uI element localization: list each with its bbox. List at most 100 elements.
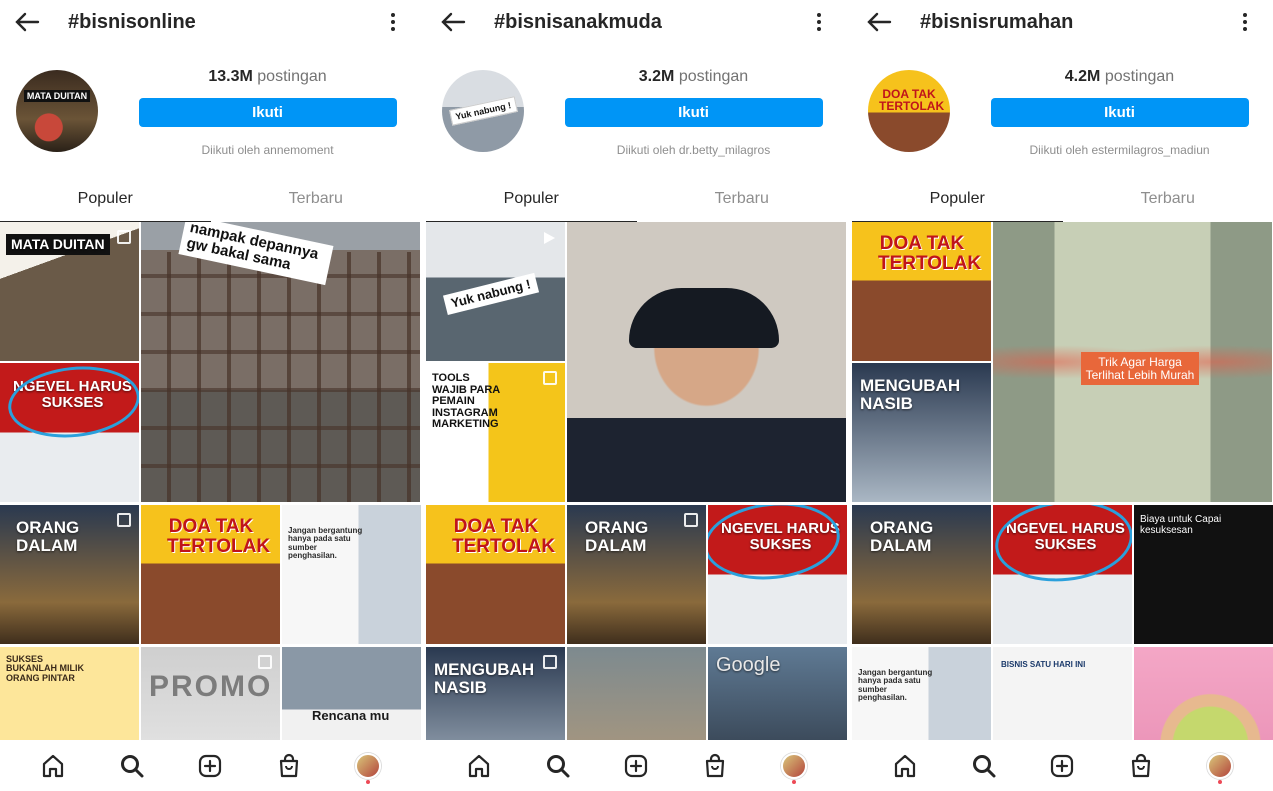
post-tile[interactable]: Trik Agar Harga Terlihat Lebih Murah [993, 222, 1272, 502]
post-tile[interactable] [567, 222, 846, 502]
tile-caption: Biaya untuk Capai kesuksesan [1140, 514, 1222, 536]
tile-caption: Jangan bergantung hanya pada satu sumber… [858, 668, 933, 703]
highlight-circle [708, 505, 844, 586]
post-tile[interactable]: NGEVEL HARUS SUKSES [708, 505, 847, 644]
shop-icon[interactable] [695, 746, 735, 786]
highlight-circle [4, 363, 139, 444]
post-count: 13.3M postingan [208, 68, 327, 85]
avatar-label: Yuk nabung ! [448, 96, 518, 126]
post-tile[interactable]: NGEVEL HARUS SUKSES [993, 505, 1132, 644]
search-icon[interactable] [964, 746, 1004, 786]
post-tile[interactable]: MENGUBAH NASIB [852, 363, 991, 502]
post-tile[interactable]: Yuk nabung ! [426, 222, 565, 361]
search-icon[interactable] [112, 746, 152, 786]
post-tile[interactable]: DOA TAK TERTOLAK [141, 505, 280, 644]
notification-dot [365, 779, 370, 784]
tile-caption: Rencana mu [312, 708, 390, 723]
post-grid: Yuk nabung ! TOOLS WAJIB PARA PEMAIN INS… [426, 222, 847, 786]
post-grid: MATA DUITAN nampak depannya gw bakal sam… [0, 222, 421, 786]
post-tile[interactable]: NGEVEL HARUS SUKSES [0, 363, 139, 502]
tile-caption: MATA DUITAN [6, 234, 110, 255]
tile-caption: DOA TAK TERTOLAK [452, 516, 556, 557]
home-icon[interactable] [33, 746, 73, 786]
bottom-nav [852, 740, 1273, 791]
hashtag-header: MATA DUITAN 13.3M postingan Ikuti Diikut… [0, 44, 421, 184]
top-bar: #bisnisanakmuda [426, 0, 847, 44]
post-tile[interactable]: ORANG DALAM [852, 505, 991, 644]
shop-icon[interactable] [269, 746, 309, 786]
tile-caption: TOOLS WAJIB PARA PEMAIN INSTAGRAM MARKET… [432, 372, 500, 431]
tab-terbaru[interactable]: Terbaru [1063, 178, 1273, 222]
more-options-icon[interactable] [381, 4, 405, 40]
followed-by-text: Diikuti oleh dr.betty_milagros [616, 143, 771, 157]
bottom-nav [426, 740, 847, 791]
add-icon[interactable] [190, 746, 230, 786]
post-tile[interactable]: DOA TAK TERTOLAK [852, 222, 991, 361]
home-icon[interactable] [885, 746, 925, 786]
tab-populer[interactable]: Populer [426, 178, 637, 222]
top-bar: #bisnisonline [0, 0, 421, 44]
post-tile[interactable]: DOA TAK TERTOLAK [426, 505, 565, 644]
tab-terbaru[interactable]: Terbaru [211, 178, 422, 222]
post-tabs: Populer Terbaru [426, 178, 847, 222]
hashtag-title: #bisnisrumahan [920, 10, 1074, 33]
tile-caption: Trik Agar Harga Terlihat Lebih Murah [1081, 352, 1199, 386]
follow-button[interactable]: Ikuti [990, 98, 1249, 127]
post-tile[interactable]: nampak depannya gw bakal sama [141, 222, 420, 502]
tile-caption: ORANG DALAM [870, 518, 934, 555]
post-tile[interactable]: TOOLS WAJIB PARA PEMAIN INSTAGRAM MARKET… [426, 363, 565, 502]
hashtag-avatar: DOA TAK TERTOLAK [868, 70, 950, 152]
back-arrow-icon[interactable] [866, 4, 902, 40]
post-tabs: Populer Terbaru [852, 178, 1273, 222]
post-count: 3.2M postingan [638, 68, 749, 85]
home-icon[interactable] [459, 746, 499, 786]
hashtag-avatar: MATA DUITAN [16, 70, 98, 152]
avatar-label: MATA DUITAN [23, 90, 91, 102]
hashtag-title: #bisnisanakmuda [494, 10, 662, 33]
profile-avatar[interactable] [774, 746, 814, 786]
multi-post-icon [117, 513, 131, 527]
tile-caption: Google [716, 654, 781, 676]
multi-post-icon [117, 230, 131, 244]
hashtag-screen-1: #bisnisonline MATA DUITAN 13.3M postinga… [0, 0, 421, 791]
scaffold-image [141, 252, 420, 502]
hashtag-avatar: Yuk nabung ! [442, 70, 524, 152]
tile-caption: Jangan bergantung hanya pada satu sumber… [288, 526, 363, 561]
add-icon[interactable] [1042, 746, 1082, 786]
hashtag-header: Yuk nabung ! 3.2M postingan Ikuti Diikut… [426, 44, 847, 184]
shop-icon[interactable] [1121, 746, 1161, 786]
hashtag-screen-3: #bisnisrumahan DOA TAK TERTOLAK 4.2M pos… [852, 0, 1273, 791]
hashtag-header: DOA TAK TERTOLAK 4.2M postingan Ikuti Di… [852, 44, 1273, 184]
followed-by-text: Diikuti oleh annemoment [201, 143, 334, 157]
back-arrow-icon[interactable] [440, 4, 476, 40]
tile-caption: MENGUBAH NASIB [860, 376, 961, 413]
notification-dot [791, 779, 796, 784]
more-options-icon[interactable] [1233, 4, 1257, 40]
notification-dot [1217, 779, 1222, 784]
post-tile[interactable]: Biaya untuk Capai kesuksesan [1134, 505, 1273, 644]
profile-avatar[interactable] [348, 746, 388, 786]
search-icon[interactable] [538, 746, 578, 786]
back-arrow-icon[interactable] [14, 4, 50, 40]
multi-post-icon [543, 371, 557, 385]
tile-caption: SUKSES BUKANLAH MILIK ORANG PINTAR [6, 654, 84, 683]
post-count: 4.2M postingan [1064, 68, 1175, 85]
follow-button[interactable]: Ikuti [138, 98, 397, 127]
follow-button[interactable]: Ikuti [564, 98, 823, 127]
tile-caption: PROMO [149, 670, 273, 703]
tile-caption: Yuk nabung ! [443, 272, 539, 315]
post-tile[interactable]: ORANG DALAM [0, 505, 139, 644]
avatar-label: DOA TAK TERTOLAK [879, 87, 945, 113]
post-tile[interactable]: ORANG DALAM [567, 505, 706, 644]
add-icon[interactable] [616, 746, 656, 786]
profile-avatar[interactable] [1200, 746, 1240, 786]
post-tile[interactable]: MATA DUITAN [0, 222, 139, 361]
tab-populer[interactable]: Populer [852, 178, 1063, 222]
more-options-icon[interactable] [807, 4, 831, 40]
tab-terbaru[interactable]: Terbaru [637, 178, 848, 222]
cap-image [629, 288, 779, 348]
tile-caption: DOA TAK TERTOLAK [167, 516, 271, 557]
post-tile[interactable]: Jangan bergantung hanya pada satu sumber… [282, 505, 421, 644]
tab-populer[interactable]: Populer [0, 178, 211, 222]
multi-post-icon [684, 513, 698, 527]
